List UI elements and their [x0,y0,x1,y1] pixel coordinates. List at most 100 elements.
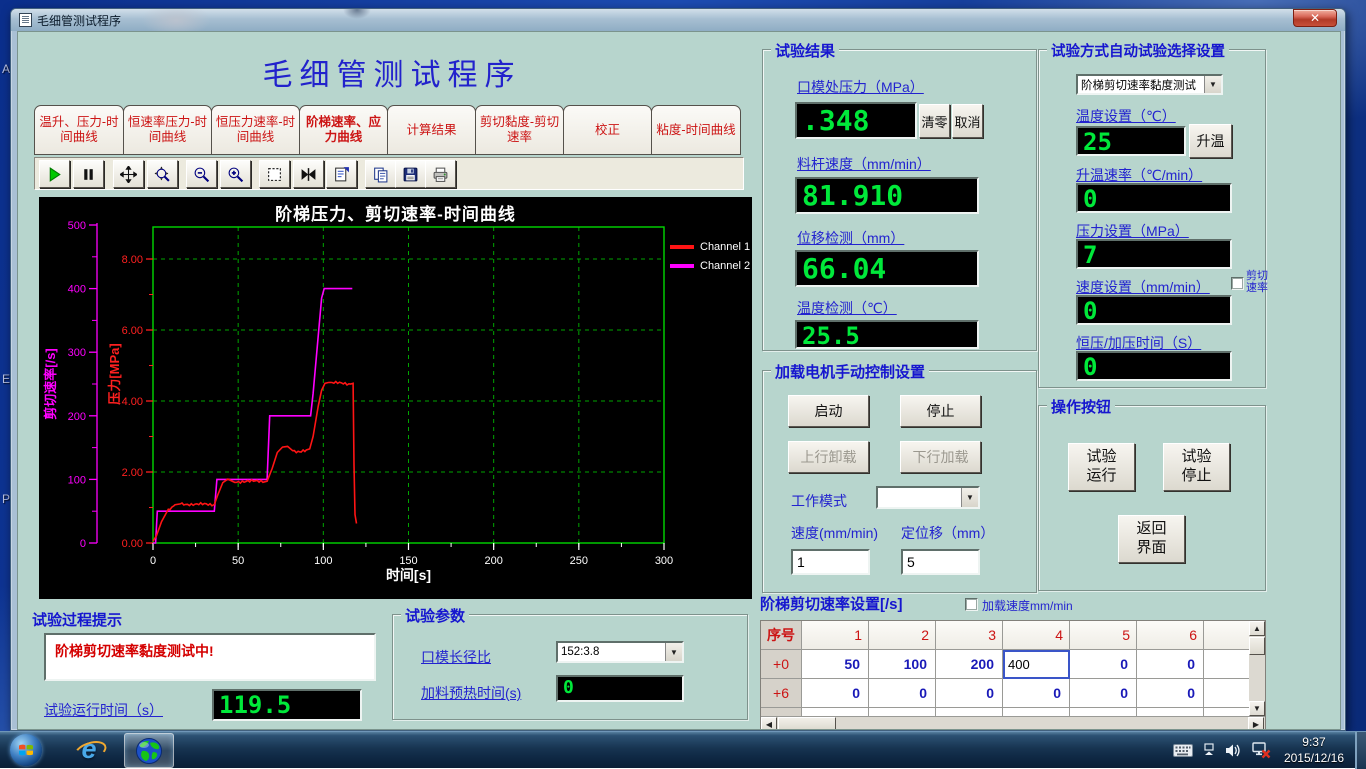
manual-speed-label: 速度(mm/min) [791,523,878,543]
volume-icon[interactable] [1225,743,1242,758]
shear-rate-checkbox[interactable] [1231,277,1244,290]
chart-area: 01002003004005000.002.004.006.008.000501… [39,197,752,599]
test-stop-button[interactable]: 试验停止 [1163,443,1230,491]
h-scrollbar[interactable]: ◀▶ [761,716,1265,730]
scroll-right-button[interactable]: ▶ [1248,717,1264,730]
toolbar-properties-button[interactable] [326,160,357,188]
speed-set-label: 速度设置（mm/min） [1076,277,1210,297]
svg-text:200: 200 [68,411,86,423]
chevron-down-icon[interactable]: ▼ [1204,76,1221,93]
titlebar[interactable]: 毛细管测试程序 ✕ [11,9,1345,31]
svg-text:400: 400 [68,284,86,296]
heat-rate-display[interactable]: 0 [1076,183,1232,213]
toolbar-save-button[interactable] [395,160,426,188]
pressure-set-label: 压力设置（MPa） [1076,221,1189,241]
table-cell[interactable]: 0 [802,679,869,708]
show-desktop-button[interactable] [1355,732,1366,769]
process-message: 阶梯剪切速率黏度测试中! [55,641,365,661]
v-scrollbar[interactable]: ▲▼ [1249,621,1265,716]
table-cell[interactable]: 50 [802,650,869,679]
legend-channel1-swatch [670,245,694,249]
scroll-down-button[interactable]: ▼ [1249,701,1265,716]
table-cell[interactable]: 0 [1137,679,1204,708]
toolbar-zoom-dynamic-button[interactable] [147,160,178,188]
hold-time-label: 恒压/加压时间（S） [1076,333,1201,353]
work-mode-select[interactable]: ▼ [876,486,980,509]
load-down-button[interactable]: 下行加载 [900,441,981,473]
table-cell[interactable]: 0 [1070,679,1137,708]
tab-calc-result[interactable]: 计算结果 [387,105,476,155]
keyboard-icon[interactable] [1173,744,1193,757]
svg-text:2.00: 2.00 [122,467,143,479]
table-cell[interactable]: 0 [1070,650,1137,679]
table-col-header-1[interactable]: 1 [802,621,869,650]
zero-button[interactable]: 清零 [919,104,950,138]
scroll-up-button[interactable]: ▲ [1249,621,1265,636]
table-cell [1204,650,1250,679]
chevron-down-icon[interactable]: ▼ [961,488,978,507]
table-cell[interactable]: 0 [869,679,936,708]
start-button[interactable] [10,734,42,766]
tab-const-rate-pressure-time[interactable]: 恒速率压力-时间曲线 [123,105,212,155]
table-cell[interactable]: 100 [869,650,936,679]
tab-viscosity-time[interactable]: 粘度-时间曲线 [651,105,741,155]
chart-plot: 01002003004005000.002.004.006.008.000501… [39,197,752,599]
stop-button[interactable]: 停止 [900,395,981,427]
clock[interactable]: 9:37 2015/12/16 [1284,735,1344,766]
pressure-set-display[interactable]: 7 [1076,239,1232,269]
table-col-header-5[interactable]: 5 [1070,621,1137,650]
table-cell-editing[interactable]: 400 [1003,650,1070,679]
taskbar-app-button[interactable] [124,733,174,768]
toolbar-zoom-in-button[interactable] [220,160,251,188]
test-run-button[interactable]: 试验运行 [1068,443,1135,491]
close-button[interactable]: ✕ [1293,9,1337,27]
heat-rate-label: 升温速率（℃/min） [1076,165,1202,185]
toolbar-zoom-fit-button[interactable] [293,160,324,188]
network-disconnected-icon[interactable] [1252,742,1271,759]
tab-step-rate-stress[interactable]: 阶梯速率、应力曲线 [299,105,388,155]
toolbar-pan-button[interactable] [113,160,144,188]
table-cell[interactable]: 0 [1137,650,1204,679]
table-cell[interactable]: 0 [936,679,1003,708]
show-hidden-icons-arrow[interactable] [1203,743,1215,759]
h-scroll-thumb[interactable] [778,717,836,730]
toolbar-play-button[interactable] [39,160,70,188]
temp-set-display[interactable]: 25 [1076,126,1186,156]
clock-date: 2015/12/16 [1284,751,1344,767]
test-mode-select[interactable]: 阶梯剪切速率黏度测试 ▼ [1076,74,1223,95]
table-col-header-4[interactable]: 4 [1003,621,1070,650]
pan-icon [120,166,137,183]
heat-up-button[interactable]: 升温 [1189,124,1232,158]
internet-explorer-icon[interactable]: e [72,734,106,766]
v-scroll-thumb[interactable] [1249,637,1265,655]
target-displacement-input[interactable]: 5 [901,549,980,575]
table-col-header-3[interactable]: 3 [936,621,1003,650]
table-row-label[interactable]: +6 [761,679,802,708]
speed-set-display[interactable]: 0 [1076,295,1232,325]
tab-calibration[interactable]: 校正 [563,105,652,155]
svg-text:6.00: 6.00 [122,325,143,337]
die-ratio-select[interactable]: 152:3.8 ▼ [556,641,684,663]
table-row-label[interactable]: +0 [761,650,802,679]
toolbar-zoom-out-button[interactable] [186,160,217,188]
toolbar-pause-button[interactable] [73,160,104,188]
table-cell[interactable]: 0 [1003,679,1070,708]
tab-const-pressure-rate-time[interactable]: 恒压力速率-时间曲线 [211,105,300,155]
toolbar-zoom-box-button[interactable] [259,160,290,188]
scroll-left-button[interactable]: ◀ [761,717,777,730]
table-col-header-2[interactable]: 2 [869,621,936,650]
tab-temp-pressure-time[interactable]: 温升、压力-时间曲线 [34,105,124,155]
manual-speed-input[interactable]: 1 [791,549,870,575]
return-button[interactable]: 返回界面 [1118,515,1185,563]
table-cell[interactable]: 200 [936,650,1003,679]
load-speed-checkbox[interactable] [965,598,978,611]
unload-up-button[interactable]: 上行卸载 [788,441,869,473]
toolbar-copy-button[interactable] [365,160,396,188]
tab-shear-viscosity-rate[interactable]: 剪切黏度-剪切速率 [475,105,564,155]
chevron-down-icon[interactable]: ▼ [665,643,682,661]
start-button[interactable]: 启动 [788,395,869,427]
table-col-header-6[interactable]: 6 [1137,621,1204,650]
cancel-button[interactable]: 取消 [952,104,983,138]
toolbar-print-button[interactable] [425,160,456,188]
hold-time-display[interactable]: 0 [1076,351,1232,381]
